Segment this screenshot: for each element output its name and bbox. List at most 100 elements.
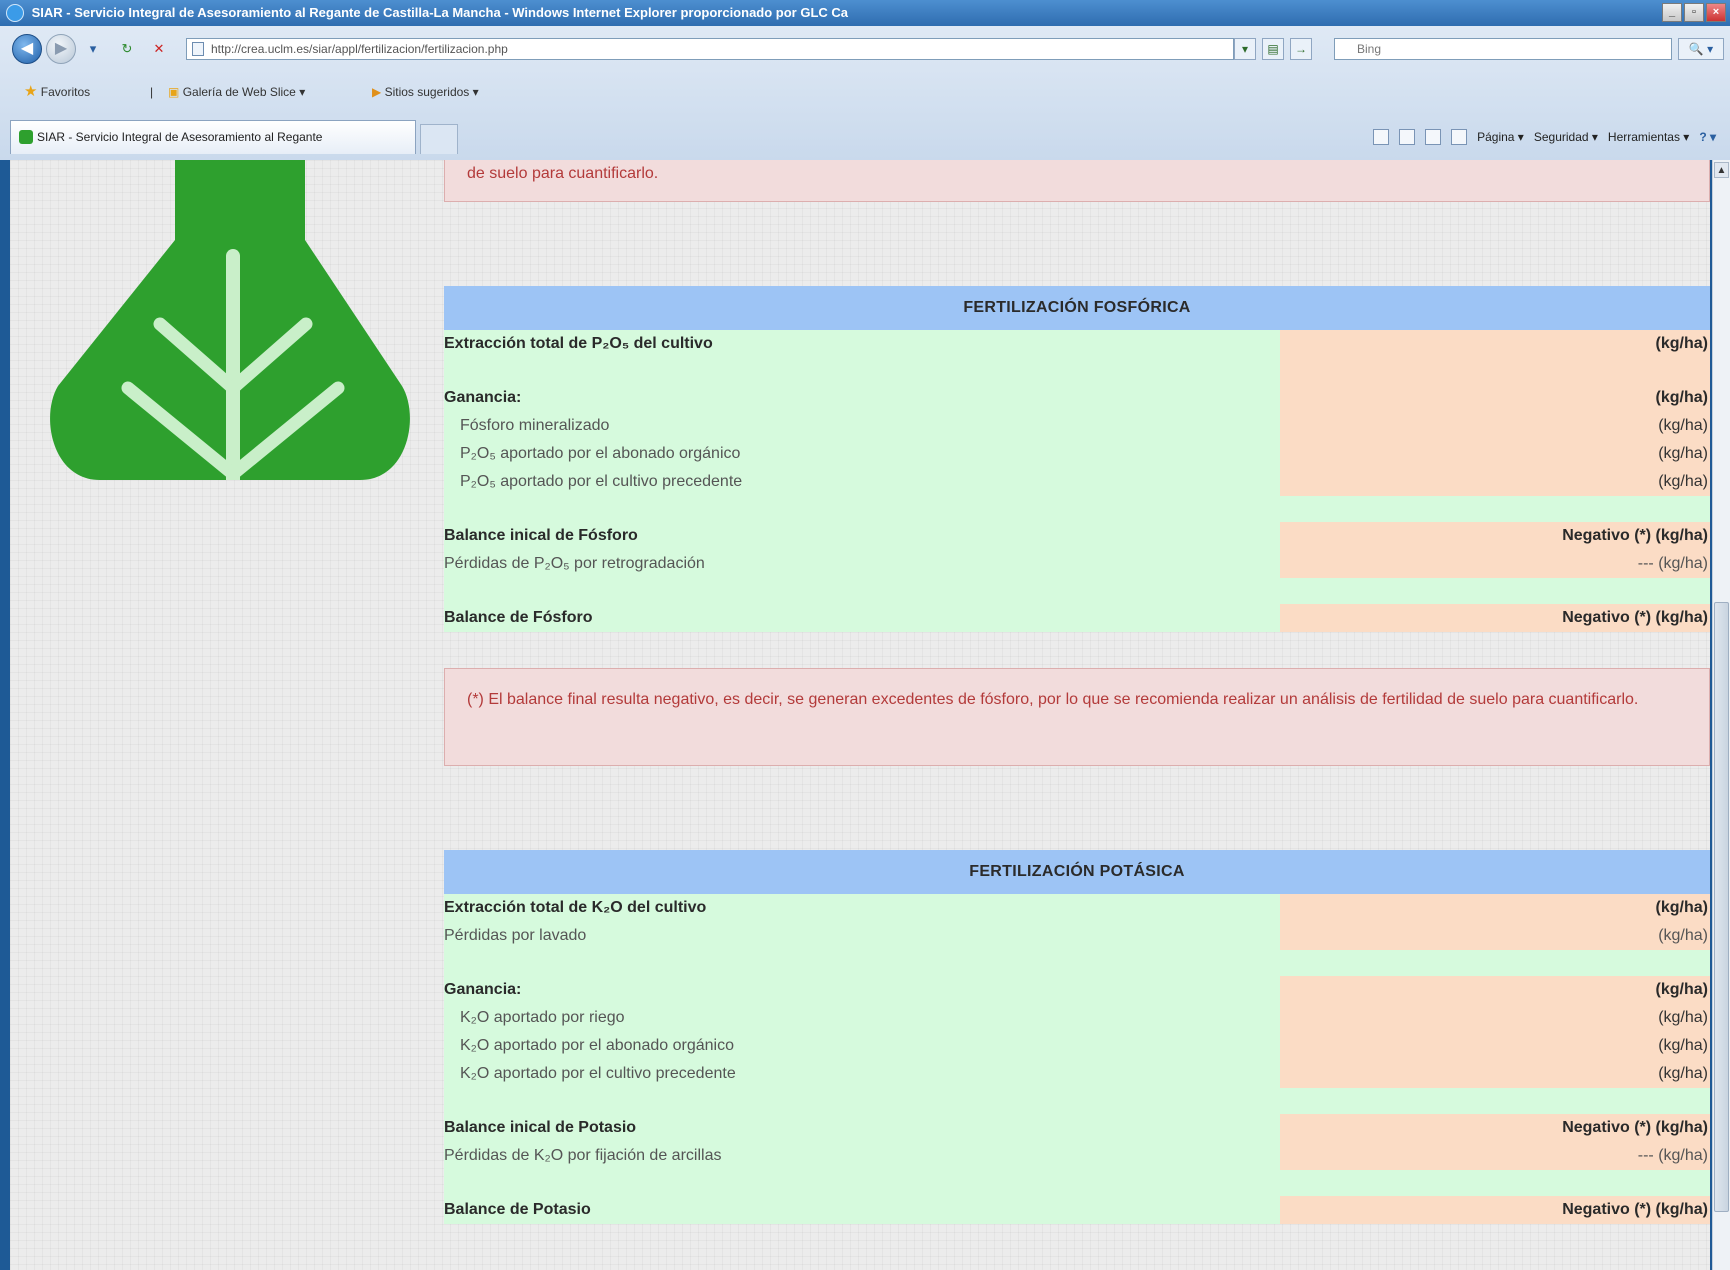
phosphorus-section: FERTILIZACIÓN FOSFÓRICA Extracción total… [444, 286, 1710, 632]
phosphorus-header: FERTILIZACIÓN FOSFÓRICA [444, 286, 1710, 330]
potassium-initial-balance-value: Negativo (*) (kg/ha) [1280, 1114, 1710, 1142]
phosphorus-alert-text: (*) El balance final resulta negativo, e… [467, 691, 1639, 708]
phosphorus-previous-crop-label: P₂O₅ aportado por el cultivo precedente [444, 468, 1280, 496]
table-row: Pérdidas de P₂O₅ por retrogradación --- … [444, 550, 1710, 578]
favorites-divider: | [150, 85, 154, 99]
mail-icon[interactable] [1425, 129, 1442, 145]
table-row: Ganancia: (kg/ha) [444, 384, 1710, 412]
spacer-row [444, 496, 1710, 522]
table-row: Balance inical de Fósforo Negativo (*) (… [444, 522, 1710, 550]
ie-logo-icon [6, 4, 24, 22]
go-button[interactable]: → [1290, 38, 1312, 60]
phosphorus-losses-value: --- (kg/ha) [1280, 550, 1710, 578]
siar-favicon-icon [19, 130, 33, 144]
spacer-row [444, 358, 1710, 384]
table-row: P₂O₅ aportado por el cultivo precedente … [444, 468, 1710, 496]
feeds-icon[interactable] [1399, 129, 1416, 145]
tools-menu[interactable]: Herramientas ▾ [1608, 130, 1689, 144]
back-button[interactable]: ◀ [12, 34, 42, 64]
potassium-section: FERTILIZACIÓN POTÁSICA Extracción total … [444, 850, 1710, 1224]
phosphorus-initial-balance-label: Balance inical de Fósforo [444, 522, 1280, 550]
favorites-label: Favoritos [40, 85, 91, 99]
print-icon[interactable] [1451, 129, 1468, 145]
scroll-up-icon[interactable]: ▲ [1714, 162, 1729, 178]
potassium-organic-value: (kg/ha) [1280, 1032, 1710, 1060]
favorites-button[interactable]: ★ Favoritos [24, 82, 90, 102]
table-row: Balance de Potasio Negativo (*) (kg/ha) [444, 1196, 1710, 1224]
potassium-fixation-value: --- (kg/ha) [1280, 1142, 1710, 1170]
search-input[interactable]: Bing [1334, 38, 1672, 60]
table-row: Ganancia: (kg/ha) [444, 976, 1710, 1004]
window-titlebar: SIAR - Servicio Integral de Asesoramient… [0, 0, 1730, 26]
page-icon [192, 42, 204, 56]
table-row: K₂O aportado por riego (kg/ha) [444, 1004, 1710, 1032]
close-window-button[interactable]: × [1706, 3, 1726, 22]
fav-webslice[interactable]: ▣ Galería de Web Slice ▾ [168, 82, 305, 102]
table-row: K₂O aportado por el cultivo precedente (… [444, 1060, 1710, 1088]
potassium-extraction-label: Extracción total de K₂O del cultivo [444, 894, 1280, 922]
table-row: Pérdidas de K₂O por fijación de arcillas… [444, 1142, 1710, 1170]
history-dropdown-icon[interactable]: ▾ [84, 40, 102, 58]
table-row: Fósforo mineralizado (kg/ha) [444, 412, 1710, 440]
fav-webslice-label: Galería de Web Slice ▾ [182, 85, 306, 99]
address-row: ◀ ▶ ▾ ↻ ✕ http://crea.uclm.es/siar/appl/… [0, 30, 1730, 68]
scrollbar-thumb[interactable] [1714, 602, 1729, 1212]
help-menu[interactable]: ? ▾ [1699, 130, 1716, 144]
new-tab-button[interactable] [420, 124, 458, 154]
potassium-gain-label: Ganancia: [444, 976, 1280, 1004]
table-row: Extracción total de P₂O₅ del cultivo (kg… [444, 330, 1710, 358]
table-row: K₂O aportado por el abonado orgánico (kg… [444, 1032, 1710, 1060]
potassium-initial-balance-label: Balance inical de Potasio [444, 1114, 1280, 1142]
address-bar[interactable]: http://crea.uclm.es/siar/appl/fertilizac… [186, 38, 1234, 60]
spacer-row [444, 950, 1710, 976]
phosphorus-gain-label: Ganancia: [444, 384, 1280, 412]
top-alert-text: de suelo para cuantificarlo. [467, 165, 659, 182]
spacer-row [444, 578, 1710, 604]
folder-icon: ▣ [168, 85, 180, 99]
phosphorus-balance-label: Balance de Fósforo [444, 604, 1280, 632]
potassium-organic-label: K₂O aportado por el abonado orgánico [444, 1032, 1280, 1060]
tab-siar-label: SIAR - Servicio Integral de Asesoramient… [37, 130, 323, 144]
table-row: Balance inical de Potasio Negativo (*) (… [444, 1114, 1710, 1142]
phosphorus-losses-label: Pérdidas de P₂O₅ por retrogradación [444, 550, 1280, 578]
spacer-row [444, 1170, 1710, 1196]
page-viewport: de suelo para cuantificarlo. FERTILIZACI… [10, 160, 1710, 1270]
table-row: Extracción total de K₂O del cultivo (kg/… [444, 894, 1710, 922]
compatibility-view-icon[interactable]: ▤ [1262, 38, 1284, 60]
star-icon: ★ [24, 83, 38, 100]
phosphorus-mineralized-value: (kg/ha) [1280, 412, 1710, 440]
address-text: http://crea.uclm.es/siar/appl/fertilizac… [211, 42, 508, 56]
vertical-scrollbar[interactable]: ▲ [1712, 160, 1730, 1270]
fav-suggested[interactable]: ▶ Sitios sugeridos ▾ [372, 82, 479, 102]
stop-button[interactable]: ✕ [150, 40, 168, 58]
phosphorus-extraction-value: (kg/ha) [1280, 330, 1710, 358]
tab-siar[interactable]: SIAR - Servicio Integral de Asesoramient… [10, 120, 416, 154]
table-row: Balance de Fósforo Negativo (*) (kg/ha) [444, 604, 1710, 632]
table-row: P₂O₅ aportado por el abonado orgánico (k… [444, 440, 1710, 468]
browser-chrome: ◀ ▶ ▾ ↻ ✕ http://crea.uclm.es/siar/appl/… [0, 26, 1730, 160]
maximize-button[interactable]: ▫ [1684, 3, 1704, 22]
fav-suggested-label: Sitios sugeridos ▾ [384, 85, 479, 99]
forward-button[interactable]: ▶ [46, 34, 76, 64]
search-button[interactable]: 🔍 ▾ [1678, 38, 1724, 60]
table-row: Pérdidas por lavado (kg/ha) [444, 922, 1710, 950]
potassium-irrigation-value: (kg/ha) [1280, 1004, 1710, 1032]
window-title: SIAR - Servicio Integral de Asesoramient… [31, 5, 849, 20]
phosphorus-alert: (*) El balance final resulta negativo, e… [444, 668, 1710, 766]
phosphorus-organic-label: P₂O₅ aportado por el abonado orgánico [444, 440, 1280, 468]
phosphorus-extraction-label: Extracción total de P₂O₅ del cultivo [444, 330, 1280, 358]
phosphorus-balance-value: Negativo (*) (kg/ha) [1280, 604, 1710, 632]
phosphorus-organic-value: (kg/ha) [1280, 440, 1710, 468]
top-alert: de suelo para cuantificarlo. [444, 160, 1710, 202]
refresh-button[interactable]: ↻ [118, 40, 136, 58]
security-menu[interactable]: Seguridad ▾ [1534, 130, 1598, 144]
minimize-button[interactable]: _ [1662, 3, 1682, 22]
potassium-wash-losses-label: Pérdidas por lavado [444, 922, 1280, 950]
potassium-previous-crop-value: (kg/ha) [1280, 1060, 1710, 1088]
page-menu[interactable]: Página ▾ [1477, 130, 1524, 144]
phosphorus-previous-crop-value: (kg/ha) [1280, 468, 1710, 496]
favorites-bar: ★ Favoritos | ▣ Galería de Web Slice ▾ ▶… [0, 74, 1730, 110]
home-icon[interactable] [1373, 129, 1390, 145]
address-dropdown-icon[interactable]: ▾ [1234, 38, 1256, 60]
flask-plant-logo [50, 160, 410, 480]
